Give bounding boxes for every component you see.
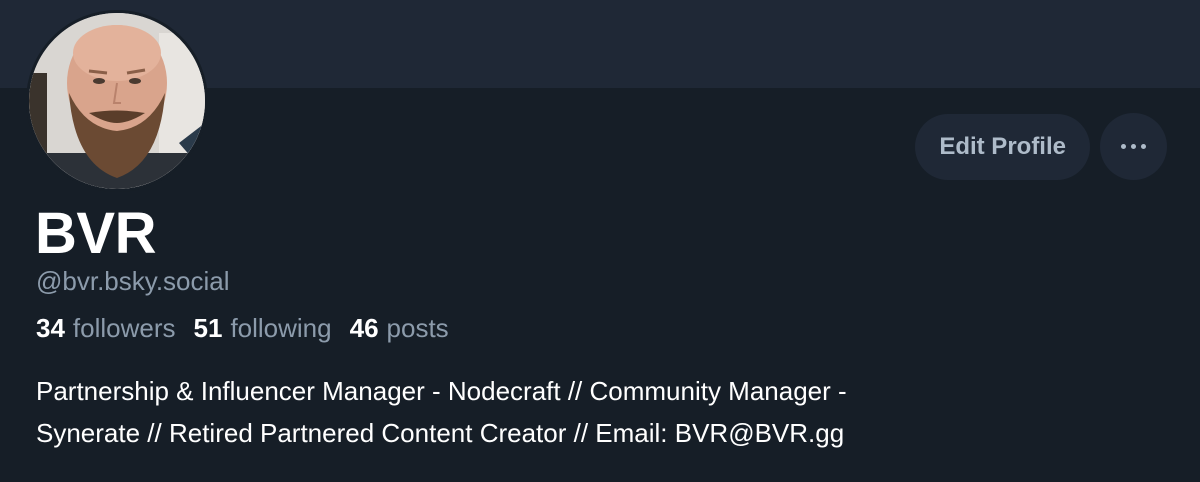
- posts-stat: 46 posts: [350, 313, 449, 344]
- display-name: BVR: [35, 201, 156, 266]
- more-options-button[interactable]: [1100, 113, 1167, 180]
- profile-bio: Partnership & Influencer Manager - Nodec…: [36, 370, 1136, 454]
- posts-count: 46: [349, 313, 379, 343]
- bio-line: Partnership & Influencer Manager - Nodec…: [36, 376, 847, 406]
- bio-line: Synerate // Retired Partnered Content Cr…: [36, 418, 845, 448]
- profile-page: Edit Profile BVR @bvr.bsky.social 34 foll…: [0, 0, 1200, 482]
- avatar-photo: [29, 13, 205, 189]
- profile-actions: Edit Profile: [915, 113, 1167, 180]
- edit-profile-button[interactable]: Edit Profile: [915, 113, 1090, 180]
- profile-stats: 34 followers 51 following 46 posts: [36, 313, 449, 344]
- following-link[interactable]: 51 following: [194, 313, 332, 344]
- followers-count: 34: [36, 313, 65, 343]
- followers-label: followers: [72, 313, 176, 343]
- avatar[interactable]: [26, 10, 208, 192]
- profile-handle: @bvr.bsky.social: [36, 266, 230, 296]
- following-label: following: [230, 313, 332, 343]
- posts-label: posts: [386, 313, 449, 343]
- following-count: 51: [193, 313, 223, 343]
- followers-link[interactable]: 34 followers: [36, 313, 176, 344]
- ellipsis-icon: [1119, 144, 1149, 149]
